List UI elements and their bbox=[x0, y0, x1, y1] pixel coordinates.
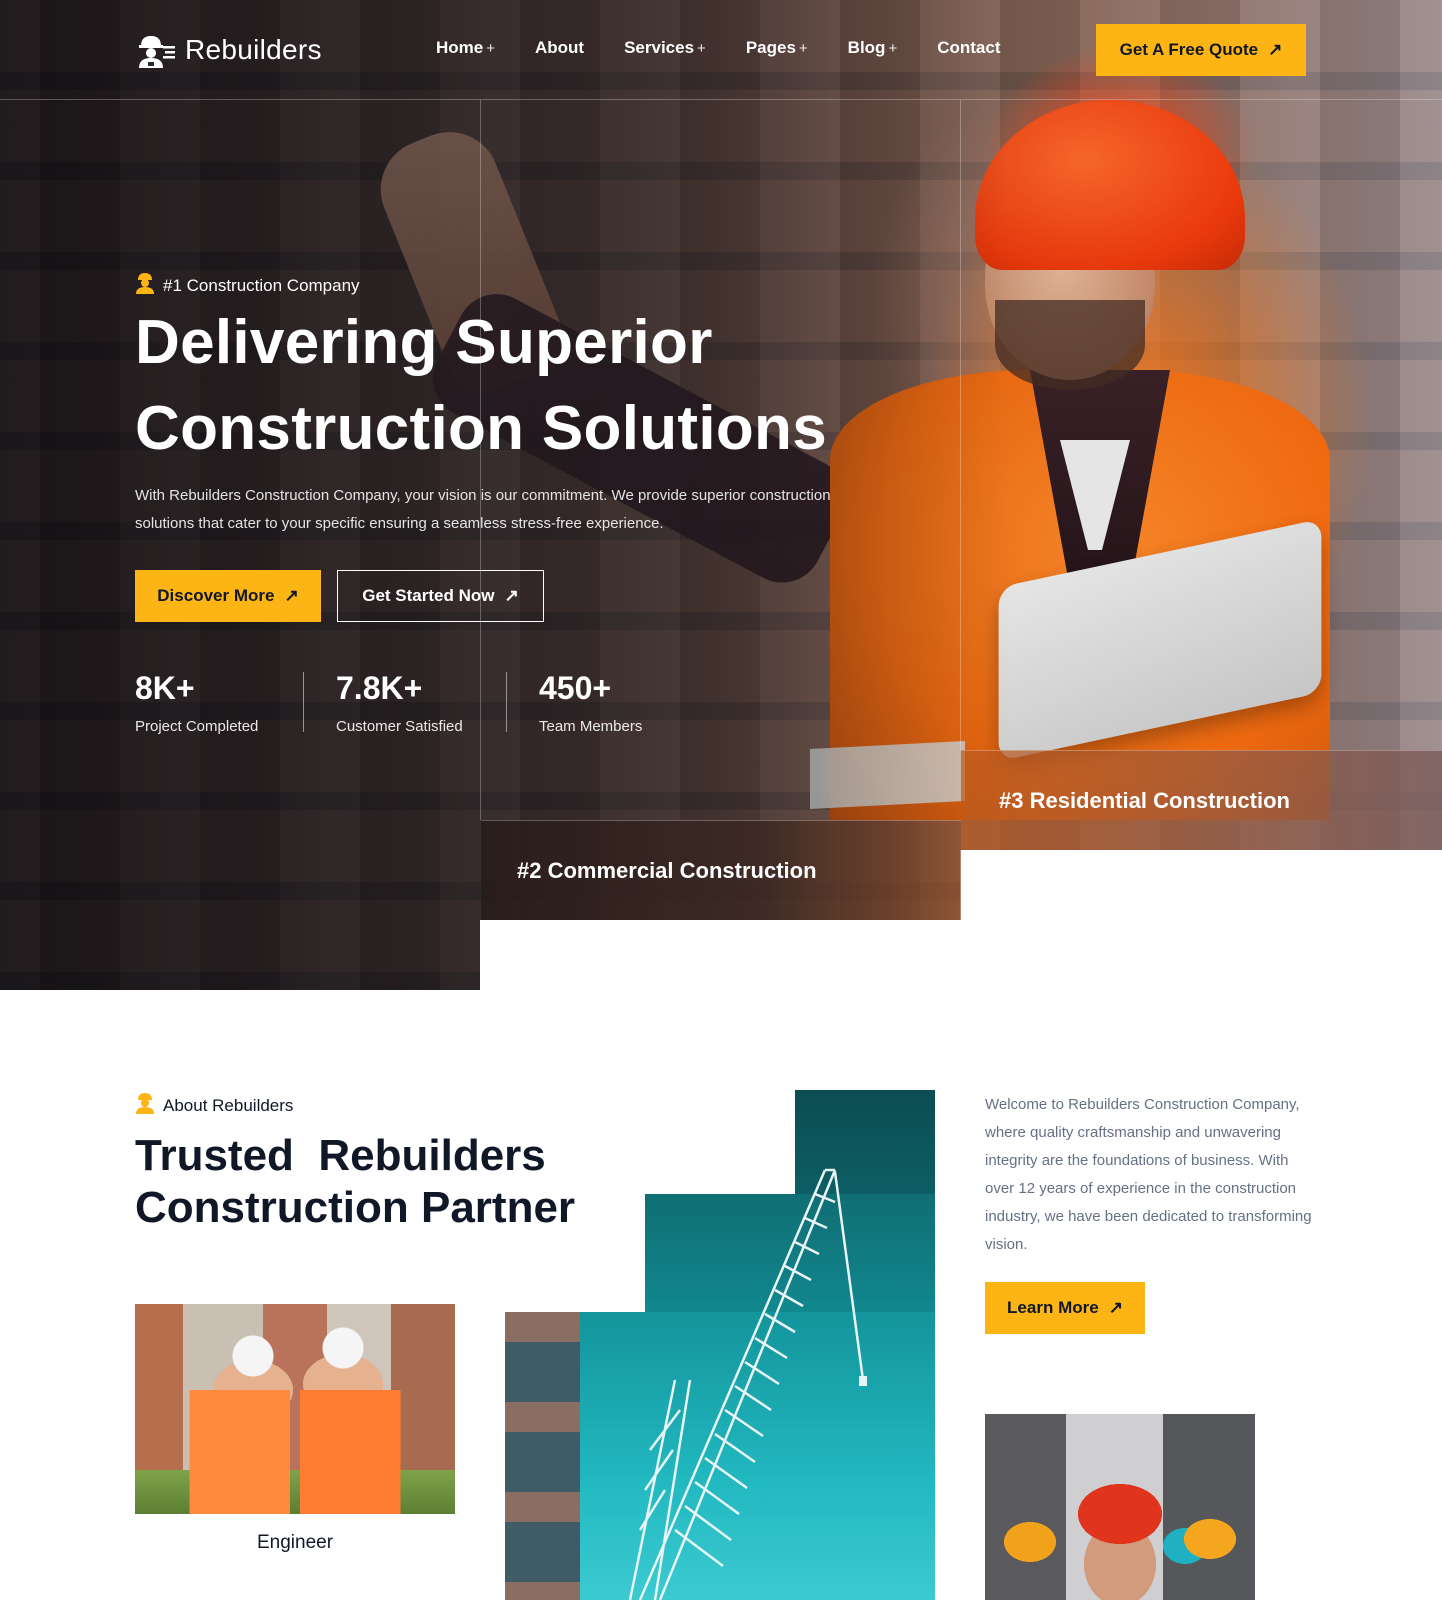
button-label: Learn More bbox=[1007, 1298, 1099, 1317]
service-card-label: #3 Residential Construction bbox=[999, 787, 1290, 813]
nav-label: Contact bbox=[937, 38, 1001, 57]
nav-item-pages[interactable]: Pages + bbox=[746, 38, 808, 58]
hero-cutout bbox=[960, 850, 1442, 990]
logo[interactable]: Rebuilders bbox=[135, 32, 322, 68]
button-label: Discover More bbox=[157, 586, 275, 605]
nav-label: Pages bbox=[745, 38, 796, 57]
hero-description: With Rebuilders Construction Company, yo… bbox=[135, 487, 831, 532]
get-free-quote-button[interactable]: Get A Free Quote ↗ bbox=[1096, 24, 1306, 76]
nav-label: Services bbox=[624, 38, 695, 57]
nav-label: Blog bbox=[847, 38, 886, 57]
nav-label: About bbox=[535, 38, 585, 57]
nav-item-blog[interactable]: Blog + bbox=[848, 38, 898, 58]
about-tag-text: About Rebuilders bbox=[163, 1095, 294, 1115]
engineer-caption: Engineer bbox=[256, 1532, 334, 1553]
hero-title-line-2: Construction Solutions bbox=[135, 394, 827, 463]
workers-image bbox=[985, 1414, 1255, 1600]
plus-icon: + bbox=[888, 39, 898, 57]
logo-text: Rebuilders bbox=[185, 34, 322, 65]
hero-tagline: #1 Construction Company bbox=[135, 272, 360, 299]
stat-divider bbox=[303, 672, 304, 732]
learn-more-button[interactable]: Learn More ↗ bbox=[985, 1282, 1145, 1334]
tagline-text: #1 Construction Company bbox=[163, 275, 360, 295]
stat-value: 7.8K+ bbox=[336, 670, 423, 706]
arrow-up-right-icon: ↗ bbox=[284, 586, 299, 605]
stat-label: Customer Satisfied bbox=[336, 718, 463, 735]
worker-helmet-logo-icon bbox=[135, 32, 177, 68]
nav-item-contact[interactable]: Contact bbox=[937, 38, 1000, 58]
worker-icon bbox=[135, 272, 155, 299]
service-card-residential[interactable]: #3 Residential Construction bbox=[961, 750, 1442, 850]
worker-icon bbox=[135, 1092, 155, 1119]
stat-divider bbox=[506, 672, 507, 732]
arrow-up-right-icon: ↗ bbox=[504, 586, 519, 605]
about-description: Welcome to Rebuilders Construction Compa… bbox=[985, 1096, 1312, 1253]
plus-icon: + bbox=[697, 39, 706, 57]
plus-icon: + bbox=[486, 39, 495, 57]
stat-label: Team Members bbox=[539, 718, 643, 735]
stat-customers: 7.8K+ Customer Satisfied bbox=[336, 668, 463, 735]
nav-item-about[interactable]: About bbox=[535, 38, 584, 58]
stat-value: 8K+ bbox=[135, 670, 195, 706]
stat-value: 450+ bbox=[539, 670, 612, 706]
engineer-image-vests bbox=[175, 1390, 415, 1514]
stat-label: Project Completed bbox=[135, 718, 259, 735]
site-header: Rebuilders Home + About Services + Pages… bbox=[0, 0, 1442, 99]
crane-icon bbox=[628, 1168, 867, 1600]
nav-item-services[interactable]: Services + bbox=[624, 38, 706, 58]
hero-title: Delivering Superior Construction Solutio… bbox=[135, 300, 915, 472]
discover-more-button[interactable]: Discover More ↗ bbox=[135, 570, 321, 622]
button-label: Get Started Now bbox=[362, 586, 495, 605]
arrow-up-right-icon: ↗ bbox=[1108, 1298, 1123, 1317]
header-divider bbox=[0, 99, 1442, 100]
stat-team: 450+ Team Members bbox=[539, 668, 642, 735]
grid-line bbox=[960, 100, 961, 750]
crane-image bbox=[505, 1090, 935, 1600]
hero-section: #2 Commercial Construction #3 Residentia… bbox=[0, 0, 1442, 990]
get-started-now-button[interactable]: Get Started Now ↗ bbox=[337, 570, 544, 622]
hero-title-line-1: Delivering Superior bbox=[135, 308, 713, 377]
stat-projects: 8K+ Project Completed bbox=[135, 668, 258, 735]
nav-label: Home bbox=[436, 38, 484, 57]
plus-icon: + bbox=[798, 39, 808, 57]
service-card-label: #2 Commercial Construction bbox=[517, 857, 817, 883]
nav-item-home[interactable]: Home + bbox=[436, 38, 495, 58]
arrow-up-right-icon: ↗ bbox=[1268, 40, 1283, 59]
service-card-commercial[interactable]: #2 Commercial Construction bbox=[481, 820, 961, 920]
button-label: Get A Free Quote bbox=[1119, 40, 1259, 59]
main-nav: Home + About Services + Pages + Blog + C… bbox=[436, 38, 1041, 58]
about-tag: About Rebuilders bbox=[135, 1092, 293, 1119]
